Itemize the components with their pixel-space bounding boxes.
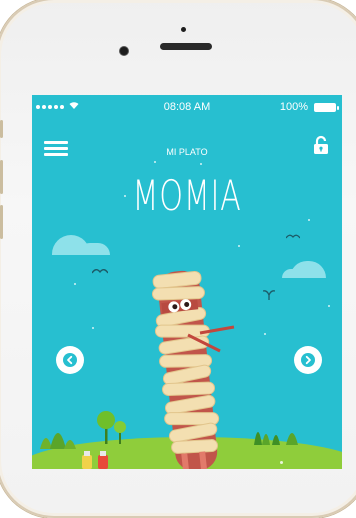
bush <box>40 433 76 449</box>
star <box>154 161 156 163</box>
phone-volume-up <box>0 160 3 194</box>
bird-icon <box>286 234 300 239</box>
phone-mute-switch <box>0 120 3 138</box>
star <box>92 327 94 329</box>
earpiece-speaker <box>160 43 212 50</box>
bird-icon <box>92 269 108 274</box>
unlock-icon[interactable] <box>312 135 330 155</box>
star <box>74 283 76 285</box>
screen-title: MI PLATO <box>166 147 208 157</box>
next-button[interactable] <box>294 346 322 374</box>
phone-frame: 08:08 AM 100% MI PLATO MOMIA <box>0 0 356 518</box>
character-name: MOMIA <box>132 171 242 220</box>
app-screen: 08:08 AM 100% MI PLATO MOMIA <box>32 95 342 469</box>
battery-icon <box>314 103 339 112</box>
phone-volume-down <box>0 205 3 239</box>
tree <box>97 411 126 444</box>
star <box>238 245 240 247</box>
cloud <box>78 243 110 255</box>
star <box>308 219 310 221</box>
star <box>264 333 266 335</box>
star <box>200 163 202 165</box>
chevron-right-icon <box>301 353 315 367</box>
cloud <box>282 269 306 278</box>
star <box>124 195 126 197</box>
chevron-left-icon <box>63 353 77 367</box>
star <box>328 305 330 307</box>
status-bar: 08:08 AM 100% <box>32 95 342 117</box>
star <box>280 461 283 464</box>
previous-button[interactable] <box>56 346 84 374</box>
bird-icon <box>263 290 275 300</box>
bush <box>254 432 298 445</box>
mummy-character <box>151 270 235 469</box>
front-camera <box>120 47 128 55</box>
front-sensor <box>181 27 186 32</box>
bottles <box>82 451 108 469</box>
battery-percentage: 100% <box>279 101 308 113</box>
